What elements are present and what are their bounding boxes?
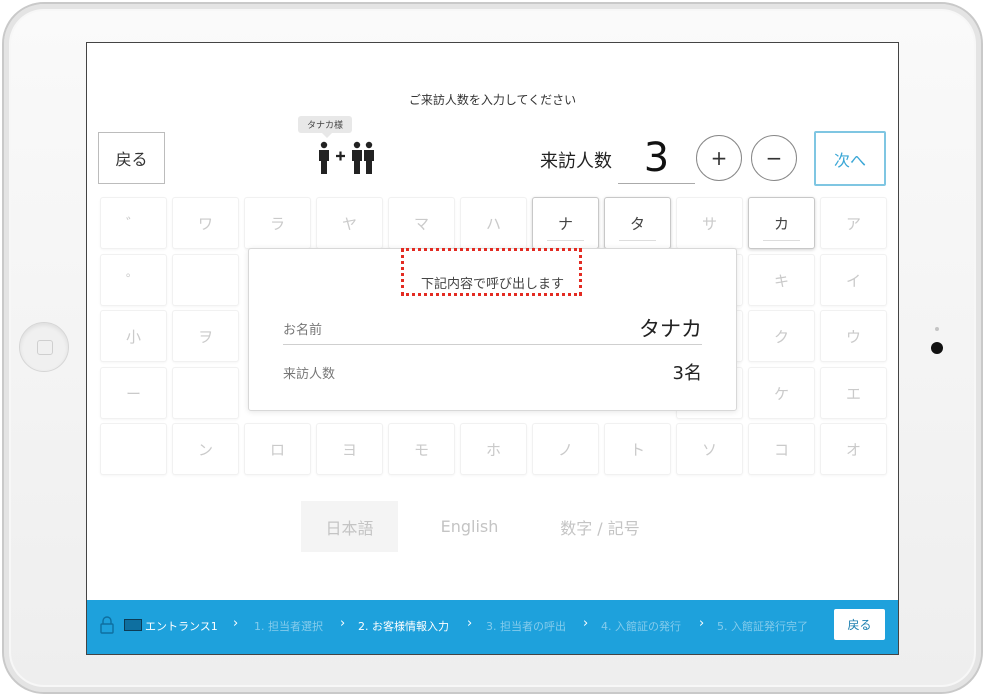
keyboard-key[interactable]: オ — [820, 423, 887, 475]
keyboard-key[interactable]: タ — [604, 197, 671, 249]
visitor-name-tooltip: タナカ様 — [298, 116, 353, 138]
chevron-right-icon: › — [340, 616, 346, 631]
keyboard-key[interactable]: ゜ — [100, 254, 167, 306]
camera-dot — [931, 342, 943, 354]
keyboard-key[interactable]: ヲ — [172, 310, 239, 362]
keyboard-key[interactable]: サ — [676, 197, 743, 249]
name-label: お名前 — [283, 323, 323, 338]
lock-icon — [100, 616, 114, 634]
keyboard-key[interactable]: ヨ — [316, 423, 383, 475]
name-value: タナカ — [639, 317, 702, 341]
keyboard-key[interactable]: カ — [748, 197, 815, 249]
keyboard-key[interactable]: ハ — [460, 197, 527, 249]
name-row: お名前 タナカ — [283, 315, 702, 343]
count-label: 来訪人数 — [283, 367, 336, 382]
people-icon-group — [316, 141, 378, 175]
keyboard-key[interactable]: ナ — [532, 197, 599, 249]
step-1: 1. 担当者選択 — [254, 620, 323, 633]
sensor-dot — [935, 327, 939, 331]
chevron-right-icon: › — [699, 616, 705, 631]
keyboard-key[interactable] — [172, 254, 239, 306]
step-4: 4. 入館証の発行 — [601, 620, 681, 633]
progress-footer: エントランス1 › 1. 担当者選択 › 2. お客様情報入力 › 3. 担当者… — [87, 600, 898, 654]
chevron-right-icon: › — [583, 616, 589, 631]
keyboard-key[interactable]: モ — [388, 423, 455, 475]
keyboard-key[interactable]: キ — [748, 254, 815, 306]
divider — [283, 344, 702, 345]
visitor-count-label: 来訪人数 — [540, 151, 612, 172]
keyboard-key[interactable] — [172, 367, 239, 419]
keyboard-key[interactable]: ウ — [820, 310, 887, 362]
keyboard-key[interactable]: ト — [604, 423, 671, 475]
footer-back-button[interactable]: 戻る — [834, 609, 885, 640]
red-dotted-highlight — [401, 248, 582, 296]
decrement-button[interactable]: − — [751, 135, 797, 181]
location-label: エントランス1 — [145, 620, 218, 633]
keyboard-key[interactable]: コ — [748, 423, 815, 475]
visitor-count-value: 3 — [618, 135, 695, 184]
people-icon — [319, 141, 374, 174]
keyboard-key[interactable]: 小 — [100, 310, 167, 362]
keyboard-key[interactable] — [100, 423, 167, 475]
chevron-right-icon: › — [233, 616, 239, 631]
home-button[interactable] — [19, 322, 69, 372]
back-button[interactable]: 戻る — [98, 132, 165, 184]
tab-english[interactable]: English — [421, 501, 518, 552]
keyboard-key[interactable]: ヤ — [316, 197, 383, 249]
next-button[interactable]: 次へ — [814, 131, 886, 186]
keyboard-key[interactable]: ア — [820, 197, 887, 249]
tab-numbers-symbols[interactable]: 数字 / 記号 — [535, 501, 665, 552]
keyboard-key[interactable]: ワ — [172, 197, 239, 249]
step-3: 3. 担当者の呼出 — [486, 620, 566, 633]
home-square-icon — [37, 340, 53, 355]
page-prompt: ご来訪人数を入力してください — [408, 93, 577, 107]
tab-japanese[interactable]: 日本語 — [301, 501, 398, 552]
keyboard-key[interactable]: ケ — [748, 367, 815, 419]
keyboard-key[interactable]: ー — [100, 367, 167, 419]
increment-button[interactable]: + — [696, 135, 742, 181]
count-row: 来訪人数 3名 — [283, 359, 702, 387]
confirmation-dialog: 下記内容で呼び出します お名前 タナカ 来訪人数 3名 — [248, 248, 737, 411]
step-2-current: 2. お客様情報入力 — [358, 620, 449, 633]
app-screen: ご来訪人数を入力してください 戻る タナカ様 来訪人数 3 + − 次へ ゛ワラ… — [86, 42, 899, 655]
keyboard-key[interactable]: ゛ — [100, 197, 167, 249]
keyboard-key[interactable]: マ — [388, 197, 455, 249]
keyboard-key[interactable]: ン — [172, 423, 239, 475]
keyboard-key[interactable]: ラ — [244, 197, 311, 249]
keyboard-key[interactable]: ホ — [460, 423, 527, 475]
keyboard-key[interactable]: ロ — [244, 423, 311, 475]
keyboard-key[interactable]: ノ — [532, 423, 599, 475]
entrance-icon — [124, 619, 142, 631]
step-5: 5. 入館証発行完了 — [717, 620, 808, 633]
keyboard-key[interactable]: エ — [820, 367, 887, 419]
count-value: 3名 — [672, 363, 702, 384]
keyboard-key[interactable]: ク — [748, 310, 815, 362]
keyboard-key[interactable]: イ — [820, 254, 887, 306]
chevron-right-icon: › — [467, 616, 473, 631]
keyboard-key[interactable]: ソ — [676, 423, 743, 475]
